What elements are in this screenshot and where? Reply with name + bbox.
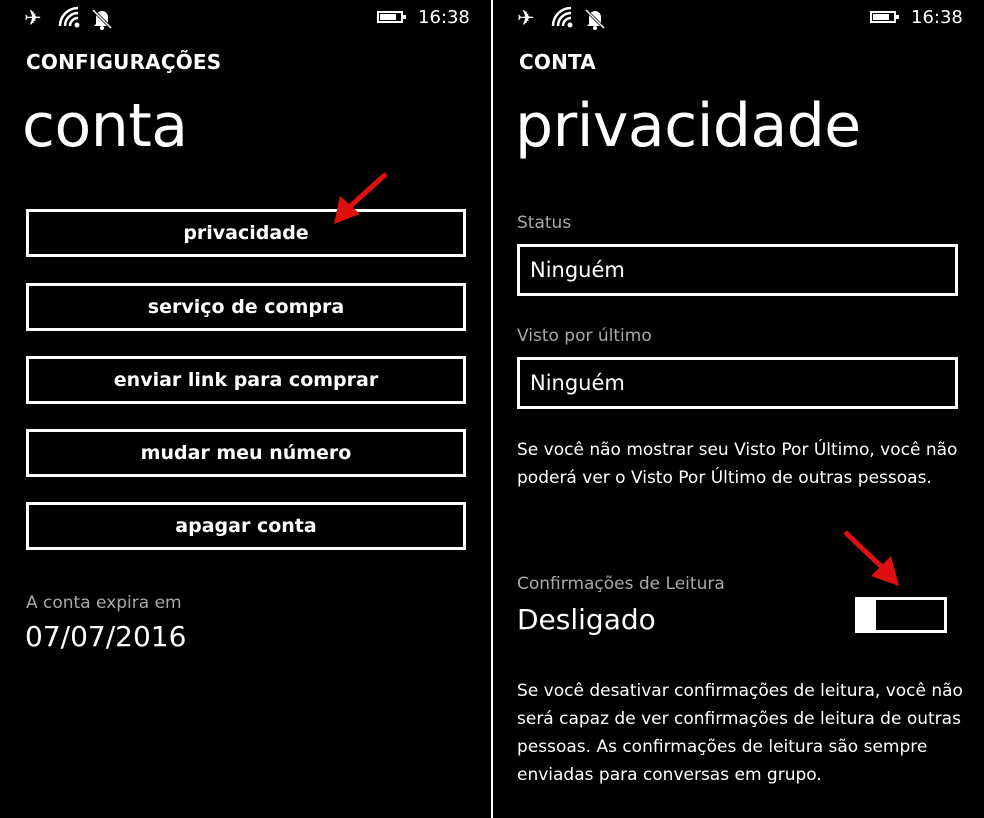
purchase-service-button[interactable]: serviço de compra (26, 283, 466, 331)
expire-label: A conta expira em (26, 593, 182, 613)
privacy-button[interactable]: privacidade (26, 209, 466, 257)
red-arrow-icon (334, 172, 388, 224)
send-purchase-link-button[interactable]: enviar link para comprar (26, 356, 466, 404)
status-bar: ✈ 16:38 (493, 0, 984, 40)
toggle-track (873, 597, 947, 633)
read-receipts-note: Se você desativar confirmações de leitur… (517, 681, 963, 785)
battery-level (380, 14, 396, 20)
wifi-icon (58, 6, 82, 33)
left-screen: ✈ 16:38 CONFIGURAÇÕES conta privacidade … (0, 0, 491, 818)
section-title: CONFIGURAÇÕES (26, 50, 222, 74)
page-title: conta (22, 91, 188, 161)
airplane-icon: ✈ (24, 6, 42, 30)
battery-icon (870, 11, 899, 23)
read-receipts-state: Desligado (517, 603, 656, 636)
section-title: CONTA (519, 50, 596, 74)
red-arrow-icon (843, 530, 899, 586)
change-number-button[interactable]: mudar meu número (26, 429, 466, 477)
expire-date: 07/07/2016 (25, 620, 187, 653)
last-seen-label: Visto por último (517, 326, 652, 346)
toggle-knob (855, 597, 875, 633)
read-receipts-toggle[interactable] (855, 597, 947, 633)
status-label: Status (517, 213, 572, 233)
clock: 16:38 (911, 7, 963, 28)
bell-off-icon (584, 8, 606, 37)
last-seen-select[interactable]: Ninguém (517, 357, 958, 409)
page-title: privacidade (515, 91, 861, 161)
clock: 16:38 (418, 7, 470, 28)
status-bar: ✈ 16:38 (0, 0, 491, 40)
battery-level (873, 14, 889, 20)
bell-off-icon (91, 8, 113, 37)
delete-account-button[interactable]: apagar conta (26, 502, 466, 550)
wifi-icon (551, 6, 575, 33)
read-receipts-label: Confirmações de Leitura (517, 574, 725, 594)
status-select[interactable]: Ninguém (517, 244, 958, 296)
last-seen-note: Se você não mostrar seu Visto Por Último… (517, 440, 958, 488)
battery-icon (377, 11, 406, 23)
airplane-icon: ✈ (517, 6, 535, 30)
right-screen: ✈ 16:38 CONTA privacidade Status Ninguém… (493, 0, 984, 818)
